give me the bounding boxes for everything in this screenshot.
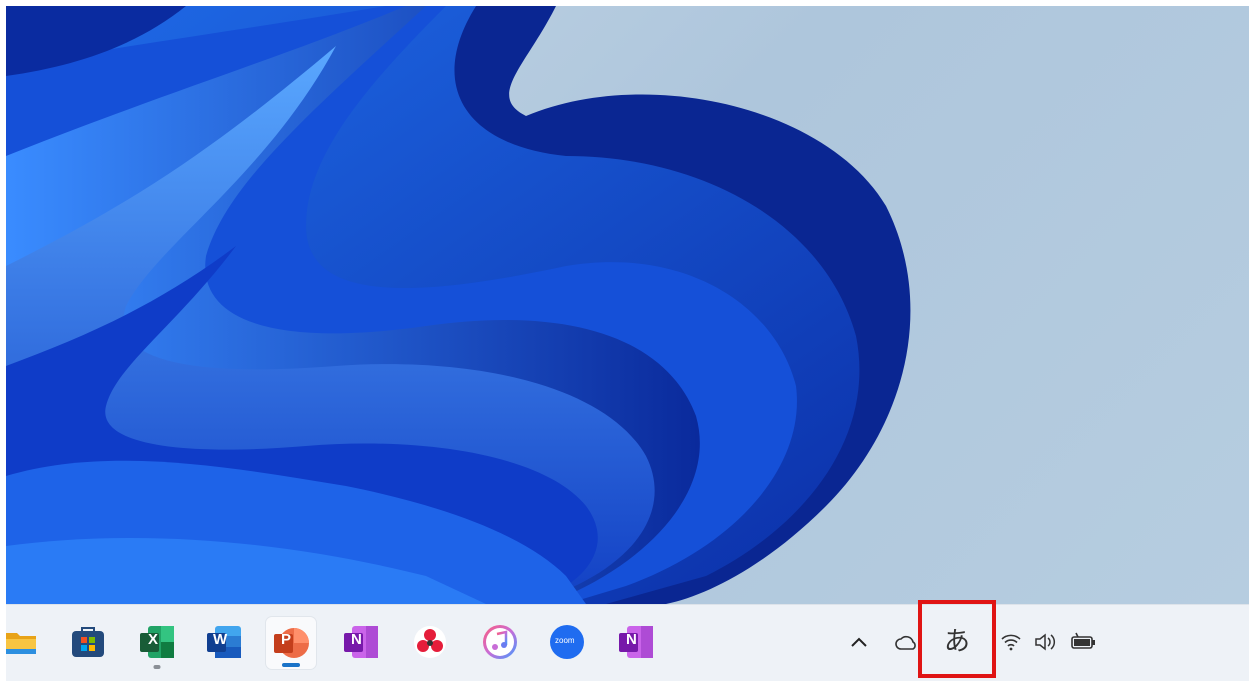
wallpaper-bloom [6,6,911,604]
taskbar-powerpoint[interactable]: P [266,617,316,669]
wallpaper [6,6,1249,604]
taskbar-word[interactable]: W [205,623,243,661]
store-icon [72,627,104,657]
taskbar-itunes[interactable] [481,623,519,661]
ime-mode-indicator[interactable]: あ [932,621,982,657]
show-hidden-icons-button[interactable] [848,629,870,655]
desktop: X W P N zoom N あ [6,6,1249,681]
onedrive-button[interactable] [894,631,920,653]
taskbar-zoom[interactable]: zoom [548,623,586,661]
volume-icon [1035,633,1056,651]
taskbar-pinwheel-app[interactable] [411,623,449,661]
battery-button[interactable] [1069,629,1099,653]
folder-icon [6,633,36,654]
onenote-letter: N [351,631,362,648]
taskbar-file-explorer[interactable] [6,623,40,661]
volume-button[interactable] [1033,631,1061,653]
chevron-up-icon [851,637,867,647]
wifi-button[interactable] [999,631,1023,653]
taskbar-onenote[interactable]: N [342,623,380,661]
taskbar-excel[interactable]: X [138,623,176,669]
powerpoint-letter: P [281,631,292,648]
wifi-icon [1001,634,1021,651]
excel-letter: X [148,631,159,648]
onedrive-icon [895,635,916,650]
taskbar-onenote-2[interactable]: N [617,623,655,661]
zoom-label: zoom [555,636,575,645]
taskbar: X W P N zoom N あ [6,600,1249,681]
battery-icon [1071,632,1095,649]
pinwheel-icon [414,626,446,658]
onenote-letter: N [626,631,637,648]
running-indicator [153,665,161,669]
taskbar-microsoft-store[interactable] [69,623,107,661]
word-letter: W [213,631,228,648]
active-indicator [282,663,300,667]
itunes-icon [483,625,517,659]
